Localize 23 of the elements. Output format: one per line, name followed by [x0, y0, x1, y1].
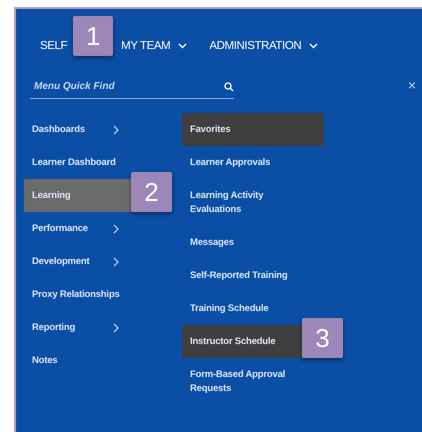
menu-item[interactable]: Notes: [24, 344, 144, 377]
submenu-item[interactable]: Self-Reported Training: [182, 259, 324, 292]
submenu-item[interactable]: Favorites: [182, 113, 324, 146]
nav-menu-item[interactable]: ADMINISTRATION: [209, 39, 318, 53]
search-field[interactable]: Menu Quick Find: [30, 81, 234, 99]
nav-menu-item[interactable]: SELF: [40, 39, 68, 53]
step-number-badge: 3: [302, 318, 343, 358]
menu-item[interactable]: Development: [24, 245, 144, 278]
submenu-item[interactable]: Form-Based Approval Requests: [182, 358, 324, 405]
nav-menu-item[interactable]: MY TEAM: [121, 39, 188, 53]
search-input[interactable]: Menu Quick Find: [34, 81, 224, 92]
menu-item[interactable]: Proxy Relationships: [24, 278, 144, 311]
close-button[interactable]: ×: [408, 77, 416, 93]
submenu-item[interactable]: Messages: [182, 226, 324, 259]
search-icon: [224, 82, 234, 92]
menu-item[interactable]: Reporting: [24, 311, 144, 344]
submenu-item[interactable]: Learning Activity Evaluations: [182, 179, 324, 226]
submenu-item[interactable]: Instructor Schedule: [182, 325, 305, 358]
step-number-badge: 2: [131, 172, 172, 212]
menu-item[interactable]: Performance: [24, 212, 144, 245]
submenu-item[interactable]: Learner Approvals: [182, 146, 324, 179]
step-number-badge: 1: [73, 16, 114, 56]
menu-item[interactable]: Dashboards: [24, 113, 144, 146]
